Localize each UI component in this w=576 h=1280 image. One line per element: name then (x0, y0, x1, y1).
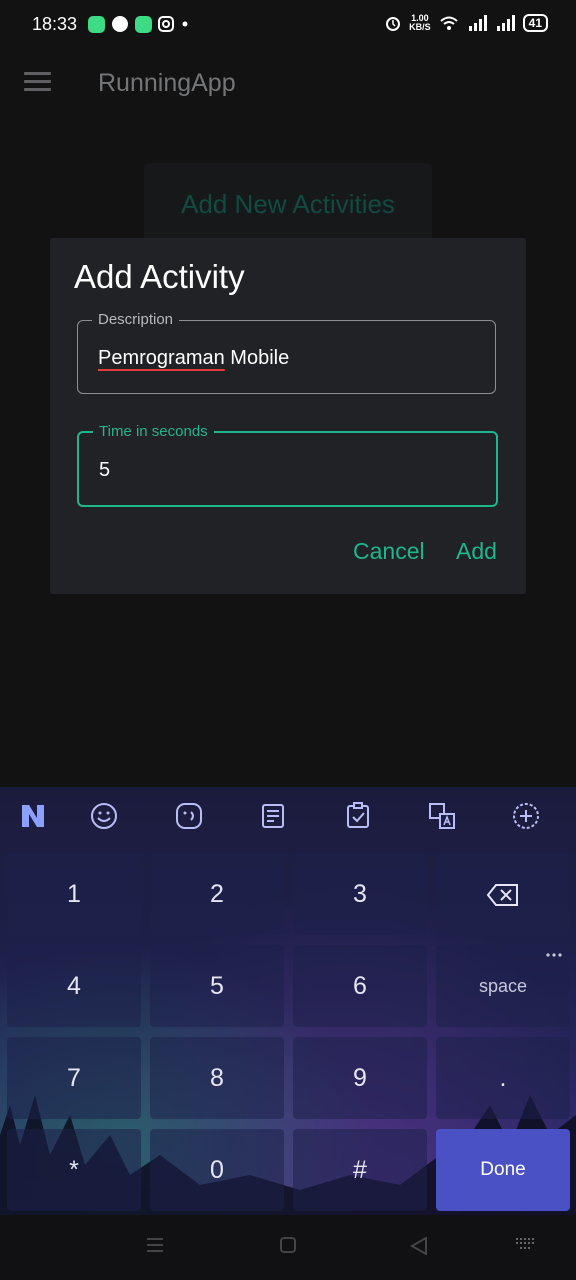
key-0[interactable]: 0 (150, 1129, 284, 1211)
menu-icon[interactable] (24, 72, 51, 92)
more-options-icon (546, 953, 562, 957)
notification-icons (88, 15, 190, 33)
key-8[interactable]: 8 (150, 1037, 284, 1119)
network-speed: 1.00 KB/S (409, 14, 431, 32)
key-4[interactable]: 4 (7, 945, 141, 1027)
signal-icon-sim2 (496, 15, 515, 31)
status-bar: 18:33 1.00 KB/S 41 (0, 0, 576, 50)
wifi-icon (439, 16, 458, 30)
emoticon-icon[interactable] (174, 801, 204, 831)
clipboard-icon[interactable] (343, 801, 373, 831)
app-bar: RunningApp (0, 50, 576, 116)
line-app-icon (112, 16, 128, 32)
add-tool-icon[interactable] (511, 801, 541, 831)
clock: 18:33 (32, 14, 78, 34)
key-1[interactable]: 1 (7, 853, 141, 935)
status-icons: 1.00 KB/S 41 (385, 14, 548, 32)
key-7[interactable]: 7 (7, 1037, 141, 1119)
misspelled-word: Pemrograman (98, 347, 225, 369)
translate-icon[interactable] (427, 801, 457, 831)
add-new-activities-button: Add New Activities (144, 163, 432, 245)
key-hash[interactable]: # (293, 1129, 427, 1211)
keyboard-switch-icon[interactable] (515, 1237, 537, 1251)
add-button[interactable]: Add (456, 538, 497, 565)
key-9[interactable]: 9 (293, 1037, 427, 1119)
home-icon[interactable] (280, 1237, 296, 1253)
alarm-icon (386, 17, 401, 31)
key-2[interactable]: 2 (150, 853, 284, 935)
add-activity-dialog: Add Activity Description Pemrograman Mob… (50, 238, 526, 594)
more-notifications-dot-icon (182, 21, 188, 27)
time-in-seconds-field[interactable]: Time in seconds 5 (77, 423, 498, 507)
key-5[interactable]: 5 (150, 945, 284, 1027)
key-6[interactable]: 6 (293, 945, 427, 1027)
memo-icon[interactable] (258, 801, 288, 831)
time-label: Time in seconds (93, 423, 214, 440)
chat-app-icon (88, 15, 105, 33)
signal-icon-sim1 (468, 15, 487, 31)
screen: 18:33 1.00 KB/S 41 RunningApp Add New Ac… (0, 0, 576, 1280)
recent-apps-icon[interactable] (146, 1237, 164, 1253)
description-field[interactable]: Description Pemrograman Mobile (77, 311, 496, 394)
description-label: Description (92, 311, 180, 328)
naver-n-icon[interactable] (18, 801, 48, 831)
dialog-title: Add Activity (74, 258, 245, 295)
time-value: 5 (99, 459, 111, 481)
backspace-icon (486, 884, 518, 907)
key-asterisk[interactable]: * (7, 1129, 141, 1211)
battery-indicator: 41 (522, 14, 548, 32)
description-value-word: Mobile (230, 347, 290, 369)
done-key[interactable]: Done (436, 1129, 570, 1211)
numeric-keyboard: 1 2 3 4 5 6 space 7 8 9 . * 0 # Done (0, 787, 576, 1215)
emoji-icon[interactable] (89, 801, 119, 831)
sheets-app-icon (135, 15, 152, 33)
key-3[interactable]: 3 (293, 853, 427, 935)
keyboard-toolbar (0, 787, 576, 845)
network-speed-unit: KB/S (409, 22, 431, 32)
backspace-key[interactable] (436, 853, 570, 935)
cancel-button[interactable]: Cancel (353, 538, 425, 565)
key-period[interactable]: . (436, 1037, 570, 1119)
back-icon[interactable] (410, 1237, 428, 1255)
description-value: Pemrograman Mobile (98, 347, 289, 370)
app-title: RunningApp (98, 69, 236, 97)
system-nav-bar (0, 1215, 576, 1280)
instagram-icon (158, 16, 174, 32)
